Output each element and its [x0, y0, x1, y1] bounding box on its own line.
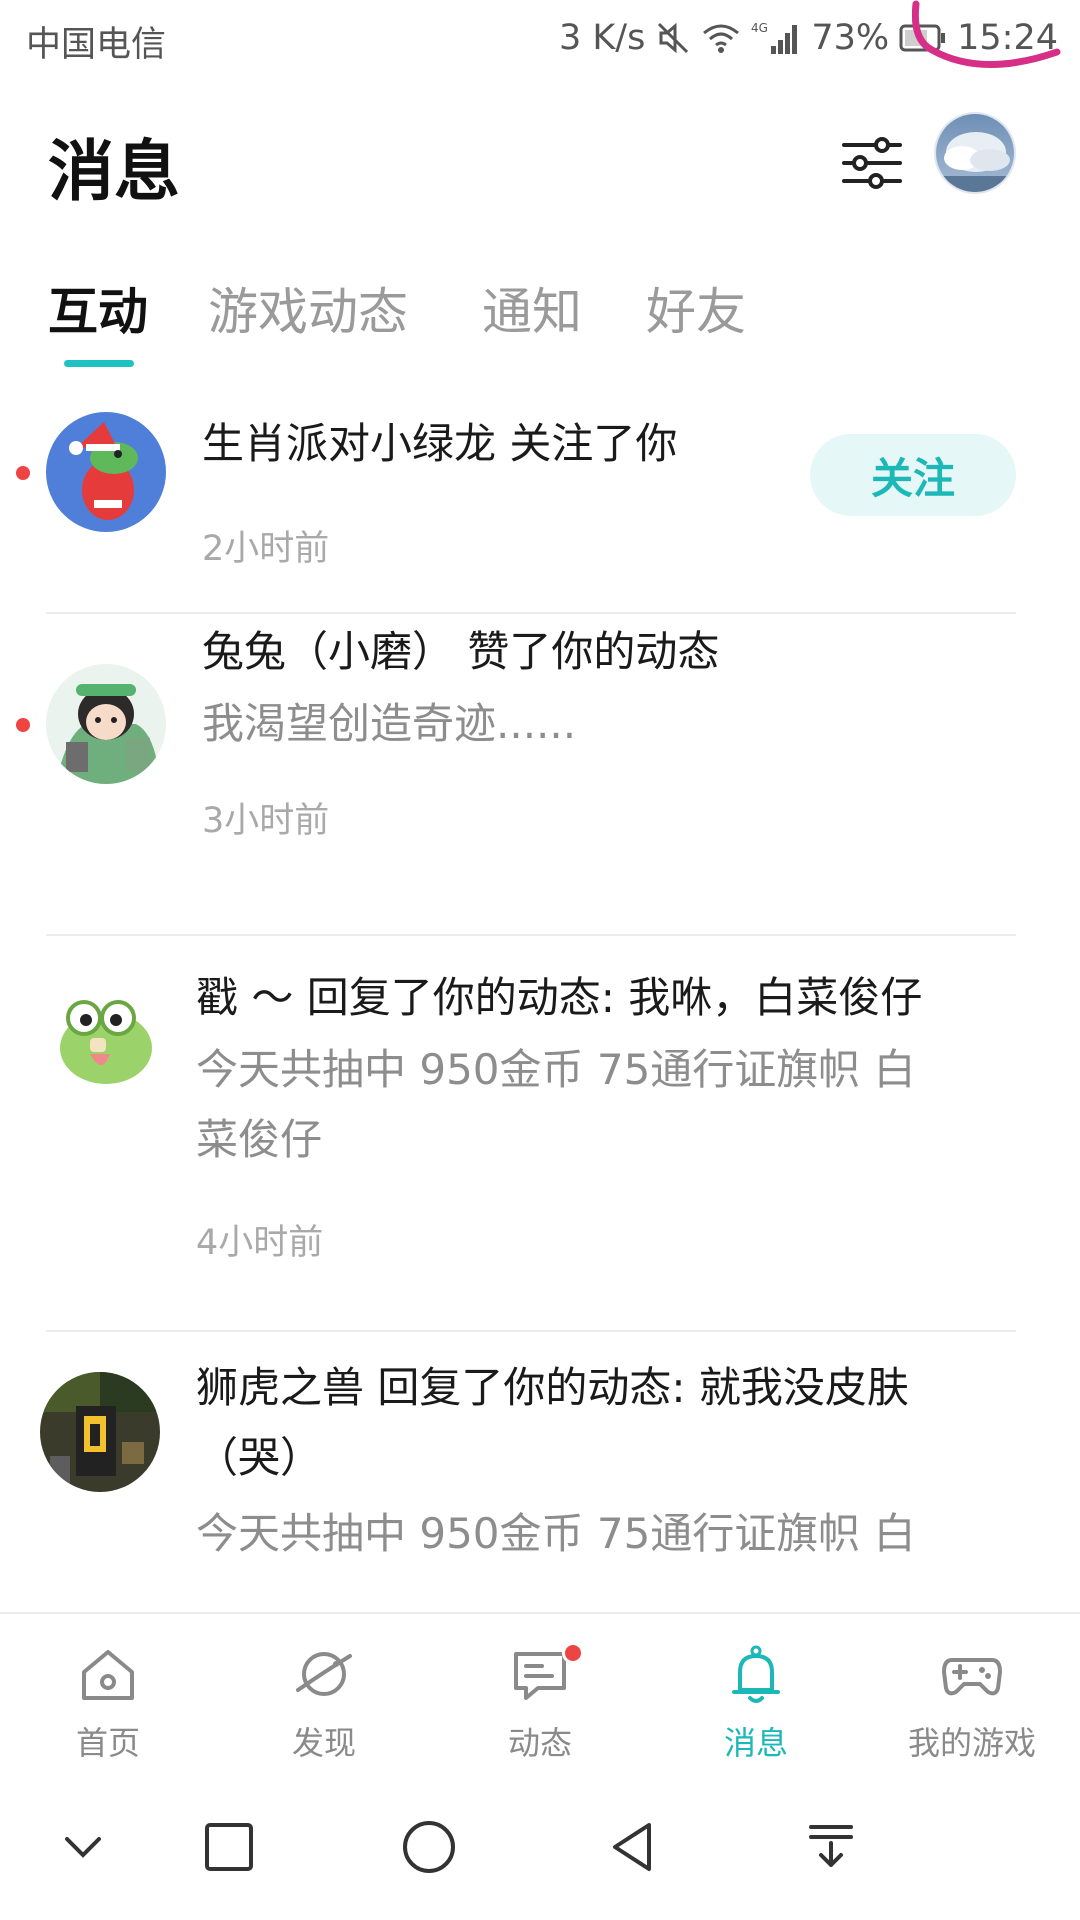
signal-icon: 4G [751, 20, 801, 56]
tab-interaction[interactable]: 互动 [48, 272, 148, 344]
sliders-icon [842, 137, 902, 189]
message-title-line2: （哭） [196, 1433, 323, 1482]
avatar[interactable] [40, 1372, 160, 1492]
download-icon [809, 1825, 853, 1867]
message-preview: 我渴望创造奇迹...... [202, 699, 577, 748]
message-title-line1: 狮虎之兽 回复了你的动态: 就我没皮肤 [196, 1363, 909, 1412]
system-navigation [0, 1772, 1080, 1920]
battery-percent: 73% [811, 18, 890, 58]
bell-icon [732, 1645, 780, 1703]
nav-label: 动态 [507, 1724, 572, 1762]
message-title: 生肖派对小绿龙 关注了你 [202, 419, 678, 468]
nav-feed[interactable]: 动态 [432, 1614, 648, 1774]
avatar[interactable] [46, 664, 166, 784]
unread-dot [16, 466, 30, 480]
message-preview-line2: 菜俊仔 [196, 1115, 323, 1164]
filter-button[interactable] [822, 118, 922, 208]
nav-messages[interactable]: 消息 [648, 1614, 864, 1774]
nav-my-games[interactable]: 我的游戏 [864, 1614, 1080, 1774]
follow-button[interactable]: 关注 [810, 434, 1016, 516]
page-title: 消息 [48, 133, 180, 210]
notification-badge [562, 1642, 584, 1664]
home-button[interactable] [384, 1802, 474, 1892]
message-time: 4小时前 [196, 1223, 324, 1263]
message-list: 生肖派对小绿龙 关注了你 2小时前 关注 兔兔（小磨） 赞了你的动态 我渴望创造… [0, 390, 1080, 1615]
tab-game-updates[interactable]: 游戏动态 [208, 272, 408, 344]
back-triangle-icon [613, 1823, 651, 1871]
nav-home[interactable]: 首页 [0, 1614, 216, 1774]
status-bar: 中国电信 3 K/s 4G 73% 15:24 [0, 0, 1080, 80]
list-item[interactable]: 狮虎之兽 回复了你的动态: 就我没皮肤 （哭） 今天共抽中 950金币 75通行… [0, 1332, 1080, 1615]
nav-label: 首页 [75, 1724, 140, 1762]
wifi-icon [701, 21, 741, 55]
home-icon [82, 1650, 134, 1700]
message-preview: 今天共抽中 950金币 75通行证旗帜 白 [196, 1509, 916, 1558]
net-speed: 3 K/s [558, 18, 646, 58]
nav-label: 我的游戏 [907, 1724, 1036, 1762]
carrier-name: 中国电信 [26, 25, 167, 65]
active-tab-indicator [64, 360, 134, 367]
tab-friends[interactable]: 好友 [646, 272, 746, 344]
back-button[interactable] [588, 1802, 678, 1892]
nav-discover[interactable]: 发现 [216, 1614, 432, 1774]
notification-shade-button[interactable] [786, 1802, 876, 1892]
message-tabs: 互动 游戏动态 通知 好友 [0, 262, 1080, 372]
gamepad-icon [942, 1658, 1002, 1696]
avatar[interactable] [46, 412, 166, 532]
unread-dot [16, 718, 30, 732]
nav-label: 消息 [723, 1724, 788, 1762]
chevron-down-icon [65, 1837, 101, 1858]
list-item[interactable]: 兔兔（小磨） 赞了你的动态 我渴望创造奇迹...... 3小时前 [0, 614, 1080, 934]
tab-notifications[interactable]: 通知 [482, 272, 582, 344]
message-title: 兔兔（小磨） 赞了你的动态 [202, 627, 720, 676]
nav-label: 发现 [291, 1724, 356, 1762]
page-header: 消息 [0, 100, 1080, 220]
planet-icon [296, 1652, 352, 1696]
message-preview-line1: 今天共抽中 950金币 75通行证旗帜 白 [196, 1045, 916, 1094]
user-avatar[interactable] [934, 112, 1016, 194]
pink-annotation-mark [912, 0, 1061, 68]
message-time: 2小时前 [202, 529, 330, 569]
list-item[interactable]: 戳 ～ 回复了你的动态: 我咻，白菜俊仔 今天共抽中 950金币 75通行证旗帜… [0, 936, 1080, 1346]
message-time: 3小时前 [202, 801, 330, 841]
mute-icon [655, 20, 691, 56]
bottom-navigation: 首页 发现 动态 消息 我的游戏 [0, 1612, 1080, 1772]
recents-button[interactable] [184, 1802, 274, 1892]
avatar[interactable] [46, 980, 166, 1100]
circle-icon [403, 1821, 455, 1873]
list-item[interactable]: 生肖派对小绿龙 关注了你 2小时前 关注 [0, 390, 1080, 612]
network-type-label: 4G [751, 21, 768, 35]
message-title: 戳 ～ 回复了你的动态: 我咻，白菜俊仔 [196, 973, 923, 1022]
collapse-button[interactable] [38, 1802, 128, 1892]
square-icon [205, 1823, 253, 1871]
